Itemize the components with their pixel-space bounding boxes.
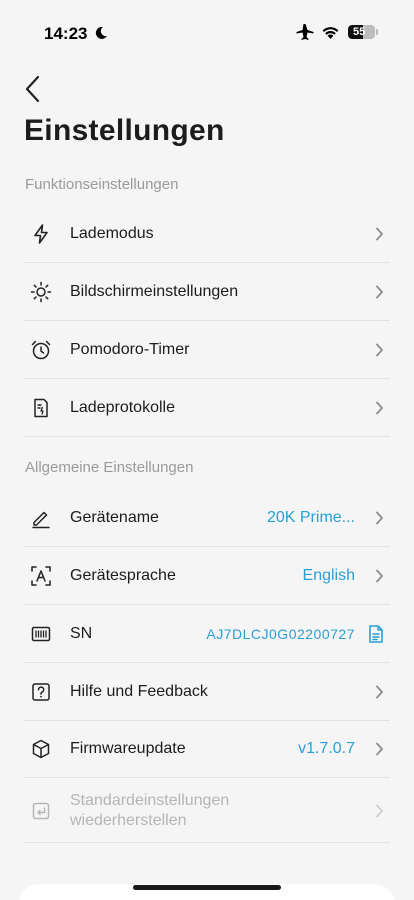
firmware-version-value: v1.7.0.7 xyxy=(298,740,355,757)
row-label: Standardeinstellungen wiederherstellen xyxy=(70,791,230,829)
row-label: SN xyxy=(70,625,93,642)
battery-indicator: 55 xyxy=(348,25,375,39)
chevron-right-icon xyxy=(376,804,383,817)
edit-pen-icon xyxy=(32,511,50,529)
language-icon xyxy=(31,566,51,586)
copy-icon[interactable] xyxy=(368,625,384,643)
row-ladeprotokolle[interactable]: Ladeprotokolle xyxy=(24,380,390,437)
help-icon xyxy=(32,683,50,701)
status-time: 14:23 xyxy=(44,24,88,43)
row-hilfe-feedback[interactable]: Hilfe und Feedback xyxy=(24,664,390,721)
barcode-icon xyxy=(31,626,51,642)
airplane-icon xyxy=(296,24,314,40)
row-label: Hilfe und Feedback xyxy=(70,683,208,700)
restore-icon xyxy=(32,802,50,819)
brightness-icon xyxy=(30,281,52,303)
package-cube-icon xyxy=(32,739,50,759)
row-label: Ladeprotokolle xyxy=(70,399,175,416)
row-bildschirmeinstellungen[interactable]: Bildschirmeinstellungen xyxy=(24,264,390,321)
row-sn: SN AJ7DLCJ0G02200727 xyxy=(24,606,390,663)
status-bar: 14:23 55 xyxy=(0,0,414,60)
moon-icon xyxy=(95,26,107,39)
lightning-icon xyxy=(34,224,48,244)
row-lademodus[interactable]: Lademodus xyxy=(24,206,390,263)
chevron-right-icon xyxy=(376,227,383,241)
section-header-general: Allgemeine Einstellungen xyxy=(25,459,194,476)
alarm-clock-icon xyxy=(31,340,51,360)
battery-level: 55 xyxy=(353,26,366,38)
device-name-value: 20K Prime... xyxy=(266,509,355,526)
row-geraetesprache[interactable]: Gerätesprache English xyxy=(24,548,390,605)
section-header-function: Funktionseinstellungen xyxy=(25,176,179,193)
page-title: Einstellungen xyxy=(24,114,225,147)
chevron-right-icon xyxy=(376,569,383,583)
row-label: Pomodoro-Timer xyxy=(70,341,190,358)
row-label: Bildschirmeinstellungen xyxy=(70,283,239,300)
serial-number-value: AJ7DLCJ0G02200727 xyxy=(206,626,355,642)
row-pomodoro-timer[interactable]: Pomodoro-Timer xyxy=(24,322,390,379)
chevron-right-icon xyxy=(376,285,383,299)
row-restore-defaults[interactable]: Standardeinstellungen wiederherstellen xyxy=(24,779,390,843)
chevron-right-icon xyxy=(376,511,383,525)
back-button[interactable] xyxy=(22,74,46,104)
row-label: Gerätename xyxy=(70,509,159,526)
home-indicator xyxy=(133,885,281,890)
row-firmwareupdate[interactable]: Firmwareupdate v1.7.0.7 xyxy=(24,721,390,778)
row-label: Lademodus xyxy=(70,225,154,242)
chevron-right-icon xyxy=(376,401,383,415)
log-document-icon xyxy=(34,398,48,418)
battery-tip xyxy=(376,29,378,35)
chevron-right-icon xyxy=(376,742,383,756)
chevron-right-icon xyxy=(376,685,383,699)
row-label: Firmwareupdate xyxy=(70,740,186,757)
language-value: English xyxy=(302,567,355,584)
row-geraetename[interactable]: Gerätename 20K Prime... xyxy=(24,490,390,547)
chevron-right-icon xyxy=(376,343,383,357)
row-label: Gerätesprache xyxy=(70,567,176,584)
wifi-icon xyxy=(322,27,339,39)
